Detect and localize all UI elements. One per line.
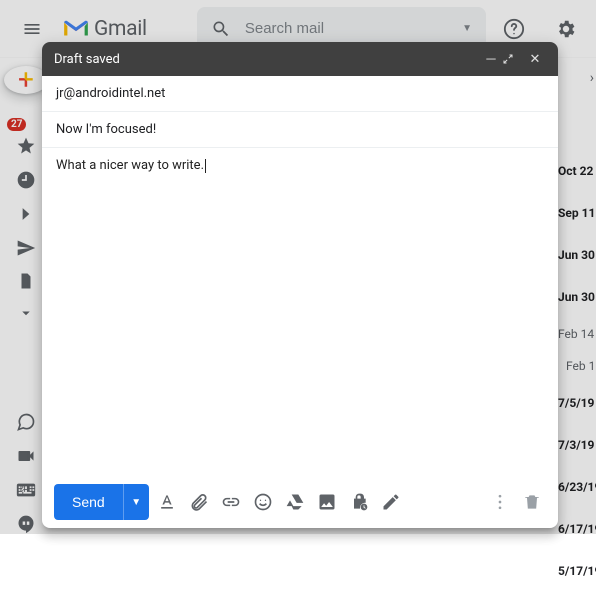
date-cell[interactable]: Sep 11 (556, 192, 596, 234)
product-name: Gmail (94, 17, 147, 41)
hangouts-icon[interactable] (16, 514, 36, 534)
drive-icon[interactable] (281, 488, 309, 516)
compose-footer: Send ▼ (42, 476, 558, 528)
compose-dialog: Draft saved ─ ✕ jr@androidintel.net Now … (42, 42, 558, 528)
date-cell[interactable]: Jun 30 (556, 234, 596, 276)
expand-more-icon[interactable] (17, 304, 35, 322)
chat-bubble-icon[interactable] (16, 412, 36, 432)
link-icon[interactable] (217, 488, 245, 516)
send-icon[interactable] (16, 238, 36, 258)
date-cell[interactable]: 7/3/19 (556, 424, 596, 466)
chevron-right-icon[interactable] (16, 204, 36, 224)
video-icon[interactable] (16, 446, 36, 466)
clock-icon[interactable] (16, 170, 36, 190)
body-text: What a nicer way to write. (56, 158, 204, 173)
gear-icon[interactable] (548, 11, 584, 47)
chevron-right-icon[interactable]: › (590, 70, 594, 86)
collapse-icon[interactable] (502, 53, 524, 65)
subject-value: Now I'm focused! (56, 122, 156, 137)
inbox-badge: 27 (7, 118, 26, 131)
keyboard-icon[interactable] (15, 480, 37, 500)
paperclip-icon[interactable] (185, 488, 213, 516)
send-button[interactable]: Send (54, 484, 123, 520)
to-value: jr@androidintel.net (56, 86, 165, 101)
send-options-button[interactable]: ▼ (123, 484, 149, 520)
file-icon[interactable] (17, 272, 35, 290)
trash-icon[interactable] (518, 488, 546, 516)
search-icon (211, 19, 231, 39)
photo-icon[interactable] (313, 488, 341, 516)
search-input[interactable] (245, 20, 448, 37)
more-vert-icon[interactable] (486, 488, 514, 516)
format-text-icon[interactable] (153, 488, 181, 516)
lock-clock-icon[interactable] (345, 488, 373, 516)
to-field[interactable]: jr@androidintel.net (42, 76, 558, 112)
pen-icon[interactable] (377, 488, 405, 516)
compose-header[interactable]: Draft saved ─ ✕ (42, 42, 558, 76)
plus-icon: + (18, 66, 34, 94)
date-cell[interactable]: Feb 14 (556, 318, 596, 350)
gmail-logo[interactable]: Gmail (62, 17, 147, 41)
body-field[interactable]: What a nicer way to write. (42, 148, 558, 476)
date-cell[interactable]: 7/5/19 (556, 382, 596, 424)
close-icon[interactable]: ✕ (524, 52, 546, 67)
date-cell[interactable]: Oct 22 (556, 150, 596, 192)
date-cell[interactable]: 6/23/19 (556, 466, 596, 508)
date-cell[interactable]: Jun 30 (556, 276, 596, 318)
date-cell[interactable]: 6/17/19 (556, 508, 596, 550)
date-cell[interactable]: Feb 1 (556, 350, 596, 382)
minimize-icon[interactable]: ─ (480, 51, 502, 67)
dropdown-icon[interactable]: ▼ (462, 23, 472, 34)
date-cell[interactable]: 5/17/19 (556, 550, 596, 592)
compose-title: Draft saved (54, 52, 480, 67)
text-cursor (205, 159, 206, 173)
star-icon[interactable] (16, 136, 36, 156)
subject-field[interactable]: Now I'm focused! (42, 112, 558, 148)
date-column: › Oct 22 Sep 11 Jun 30 Jun 30 Feb 14 Feb… (556, 70, 596, 592)
emoji-icon[interactable] (249, 488, 277, 516)
